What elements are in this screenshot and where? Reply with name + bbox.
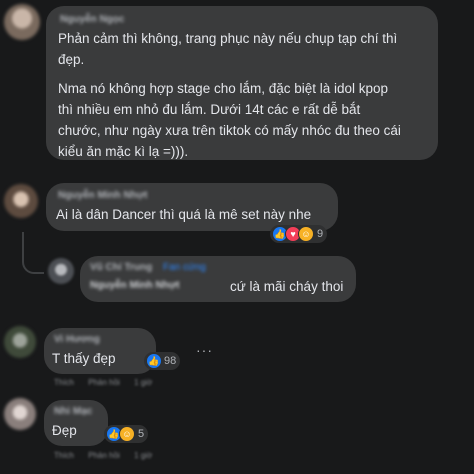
comment-line: kiểu ăn mặc kì lạ =))). (58, 144, 189, 159)
comment-text: Đẹp (52, 423, 77, 438)
comment-text: Ai là dân Dancer thì quá là mê set này n… (56, 207, 312, 222)
care-icon: ☺ (298, 226, 314, 242)
avatar[interactable] (4, 326, 36, 358)
reaction-count: 5 (138, 428, 145, 440)
comment-bubble: Vi Hương T thấy đẹp (44, 328, 156, 374)
reaction-count: 9 (317, 228, 324, 240)
comment-text: cứ là mãi cháy thoi (230, 279, 344, 294)
reply-thread-line (22, 232, 44, 274)
comment-actions: Thích Phản hồi 1 giờ (54, 451, 164, 460)
care-icon: ☺ (119, 426, 135, 442)
comment-line: thì nhiều em nhỏ đu lắm. Dưới 14t các e … (58, 102, 361, 117)
avatar[interactable] (4, 398, 36, 430)
comment-author[interactable]: Nguyễn Minh Nhựt (58, 190, 147, 201)
comment-line: chước, như ngày xưa trên tiktok có mấy n… (58, 123, 401, 138)
comment-author[interactable]: Nhi Mạc (54, 406, 92, 417)
like-button[interactable]: Thích (54, 378, 74, 387)
comment-bubble: Nhi Mạc Đẹp (44, 400, 108, 446)
reaction-summary[interactable]: 👍 ♥ ☺ 9 (270, 225, 328, 243)
comment-line: đẹp. (58, 52, 85, 67)
comment-bubble: Nguyễn Ngọc Phản cảm thì không, trang ph… (46, 6, 438, 160)
author-badge: Fan cứng (163, 262, 206, 273)
like-icon: 👍 (146, 353, 162, 369)
comment-author[interactable]: Vũ Chí Trung Fan cứng (90, 262, 206, 273)
reply-bubble: Vũ Chí Trung Fan cứng Nguyễn Minh Nhựt c… (80, 256, 356, 302)
avatar[interactable] (48, 258, 74, 284)
avatar[interactable] (4, 4, 40, 40)
comment-line: Phản cảm thì không, trang phục này nếu c… (58, 31, 398, 46)
reaction-summary[interactable]: 👍 ☺ 5 (104, 425, 149, 443)
avatar[interactable] (4, 184, 38, 218)
timestamp[interactable]: 1 giờ (134, 451, 152, 460)
comment-line: Nma nó không hợp stage cho lắm, đặc biệt… (58, 81, 389, 96)
more-options-icon[interactable]: ··· (196, 342, 213, 358)
timestamp[interactable]: 1 giờ (134, 378, 152, 387)
reaction-count: 98 (164, 355, 177, 367)
comment-author[interactable]: Nguyễn Ngọc (60, 14, 124, 25)
reaction-summary[interactable]: 👍 98 (144, 352, 181, 370)
comment-text: T thấy đẹp (52, 351, 116, 366)
reply-button[interactable]: Phản hồi (88, 451, 120, 460)
comment-actions: Thích Phản hồi 1 giờ (54, 378, 164, 387)
mention-link[interactable]: Nguyễn Minh Nhựt (90, 280, 179, 291)
reply-button[interactable]: Phản hồi (88, 378, 120, 387)
comment-author[interactable]: Vi Hương (54, 334, 100, 345)
like-button[interactable]: Thích (54, 451, 74, 460)
comment-bubble: Nguyễn Minh Nhựt Ai là dân Dancer thì qu… (46, 183, 338, 231)
